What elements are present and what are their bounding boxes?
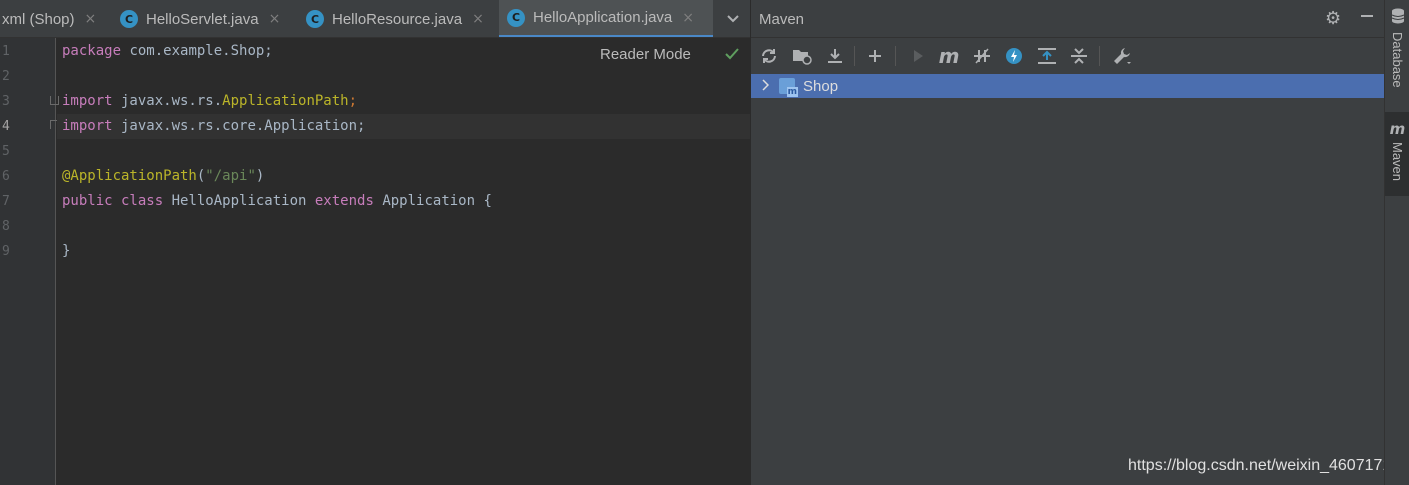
line-number: 3 bbox=[2, 94, 10, 109]
tree-item-label: Shop bbox=[803, 77, 839, 95]
code-area[interactable]: package com.example.Shop; import javax.w… bbox=[57, 38, 750, 485]
close-icon[interactable]: × bbox=[472, 11, 484, 27]
code-line: import javax.ws.rs.core.Application; bbox=[57, 114, 750, 139]
tab-pom-xml[interactable]: xml (Shop) × bbox=[0, 0, 102, 37]
code-line: } bbox=[62, 243, 71, 259]
maven-project-icon: m bbox=[779, 78, 798, 97]
tab-label: HelloServlet.java bbox=[146, 10, 259, 28]
skip-tests-icon[interactable] bbox=[1002, 44, 1026, 68]
database-tool-button[interactable]: Database bbox=[1385, 0, 1409, 100]
database-icon bbox=[1391, 8, 1405, 28]
line-number: 4 bbox=[2, 119, 10, 134]
show-dependencies-icon[interactable] bbox=[1035, 44, 1059, 68]
tab-label: xml (Shop) bbox=[2, 10, 75, 28]
maven-header: Maven ⚙ bbox=[751, 0, 1385, 38]
tool-window-strip: Database m Maven bbox=[1384, 0, 1409, 485]
tree-item-shop[interactable]: m Shop bbox=[751, 74, 1385, 98]
tab-hello-application[interactable]: C HelloApplication.java × bbox=[499, 0, 713, 37]
gear-icon[interactable]: ⚙ bbox=[1325, 8, 1341, 29]
code-line: @ApplicationPath("/api") bbox=[62, 168, 265, 184]
generate-sources-icon[interactable] bbox=[790, 44, 814, 68]
maven-panel: Maven ⚙ m m Shop https://blog.csdn.net/w… bbox=[750, 0, 1400, 485]
wrench-icon[interactable] bbox=[1110, 44, 1134, 68]
code-line: public class HelloApplication extends Ap… bbox=[62, 193, 492, 209]
line-number: 8 bbox=[2, 219, 10, 234]
editor-pane: xml (Shop) × C HelloServlet.java × C Hel… bbox=[0, 0, 750, 485]
class-icon: C bbox=[306, 10, 324, 28]
class-icon: C bbox=[507, 8, 525, 27]
database-label: Database bbox=[1390, 32, 1405, 88]
line-number: 7 bbox=[2, 194, 10, 209]
line-number: 1 bbox=[2, 44, 10, 59]
close-icon[interactable]: × bbox=[269, 11, 281, 27]
maven-icon: m bbox=[1389, 120, 1406, 138]
download-icon[interactable] bbox=[823, 44, 847, 68]
maven-label: Maven bbox=[1390, 142, 1405, 182]
line-number: 5 bbox=[2, 144, 10, 159]
chevron-down-icon[interactable] bbox=[718, 0, 748, 37]
line-number: 6 bbox=[2, 169, 10, 184]
watermark: https://blog.csdn.net/weixin_46071716 bbox=[1128, 457, 1401, 474]
line-number: 2 bbox=[2, 69, 10, 84]
close-icon[interactable]: × bbox=[85, 11, 97, 27]
reload-icon[interactable] bbox=[757, 44, 781, 68]
close-icon[interactable]: × bbox=[682, 10, 694, 26]
line-number: 9 bbox=[2, 244, 10, 259]
tab-label: HelloResource.java bbox=[332, 10, 463, 28]
chevron-right-icon[interactable] bbox=[761, 78, 770, 94]
panel-title: Maven bbox=[759, 11, 805, 28]
toolbar-divider bbox=[1099, 46, 1100, 66]
class-icon: C bbox=[120, 10, 138, 28]
maven-tool-button[interactable]: m Maven bbox=[1385, 112, 1409, 196]
maven-goal-icon[interactable]: m bbox=[937, 44, 961, 68]
code-line: import javax.ws.rs.ApplicationPath; bbox=[62, 93, 358, 109]
maven-toolbar: m bbox=[751, 38, 1385, 73]
collapse-all-icon[interactable] bbox=[1067, 44, 1091, 68]
line-number-gutter: 1 2 3 4 5 6 7 8 9 bbox=[0, 38, 59, 485]
toggle-offline-icon[interactable] bbox=[970, 44, 994, 68]
add-icon[interactable] bbox=[863, 44, 887, 68]
tab-hello-servlet[interactable]: C HelloServlet.java × bbox=[112, 0, 288, 37]
minimize-icon[interactable] bbox=[1359, 8, 1375, 29]
tab-label: HelloApplication.java bbox=[533, 9, 673, 26]
editor-tab-bar: xml (Shop) × C HelloServlet.java × C Hel… bbox=[0, 0, 750, 38]
toolbar-divider bbox=[854, 46, 855, 66]
tab-hello-resource[interactable]: C HelloResource.java × bbox=[298, 0, 492, 37]
reader-mode-button[interactable]: Reader Mode bbox=[600, 46, 691, 63]
check-icon[interactable] bbox=[724, 46, 740, 65]
run-icon[interactable] bbox=[906, 44, 930, 68]
toolbar-divider bbox=[895, 46, 896, 66]
